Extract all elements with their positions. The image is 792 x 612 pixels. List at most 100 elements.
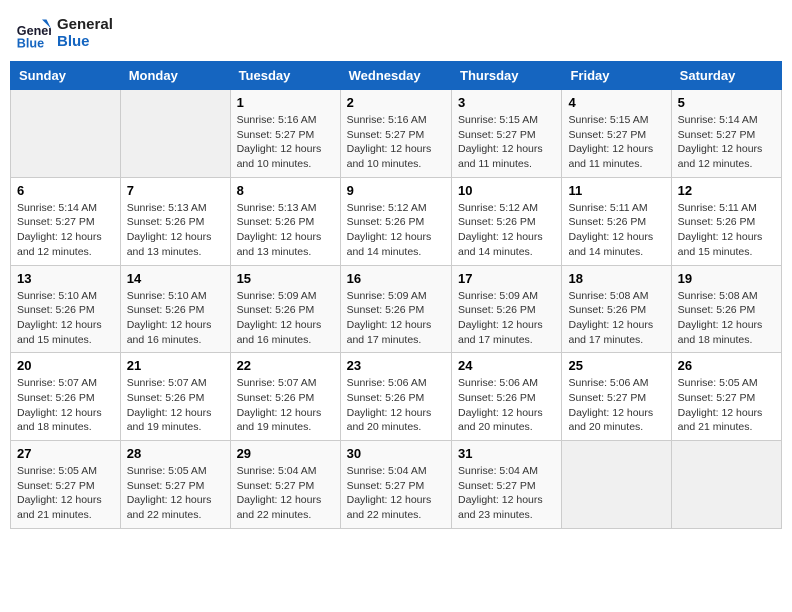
day-number: 16 xyxy=(347,271,445,286)
calendar-cell: 17 Sunrise: 5:09 AM Sunset: 5:26 PM Dayli… xyxy=(452,265,562,353)
day-number: 26 xyxy=(678,358,775,373)
day-info: Sunrise: 5:13 AM Sunset: 5:26 PM Dayligh… xyxy=(237,201,334,260)
day-info: Sunrise: 5:08 AM Sunset: 5:26 PM Dayligh… xyxy=(568,289,664,348)
day-number: 15 xyxy=(237,271,334,286)
calendar-week-row: 27 Sunrise: 5:05 AM Sunset: 5:27 PM Dayli… xyxy=(11,441,782,529)
day-info: Sunrise: 5:09 AM Sunset: 5:26 PM Dayligh… xyxy=(458,289,555,348)
logo-icon: General Blue xyxy=(15,15,51,51)
day-info: Sunrise: 5:10 AM Sunset: 5:26 PM Dayligh… xyxy=(17,289,114,348)
calendar-cell: 1 Sunrise: 5:16 AM Sunset: 5:27 PM Daylig… xyxy=(230,90,340,178)
calendar-cell: 30Sunrise: 5:04 AM Sunset: 5:27 PM Dayli… xyxy=(340,441,451,529)
logo-line1: General xyxy=(57,16,113,33)
calendar-cell: 29 Sunrise: 5:04 AM Sunset: 5:27 PM Dayli… xyxy=(230,441,340,529)
day-info: Sunrise: 5:05 AM Sunset: 5:27 PM Dayligh… xyxy=(127,464,224,523)
day-info: Sunrise: 5:04 AM Sunset: 5:27 PM Dayligh… xyxy=(458,464,555,523)
calendar-cell: 31 Sunrise: 5:04 AM Sunset: 5:27 PM Dayli… xyxy=(452,441,562,529)
day-number: 20 xyxy=(17,358,114,373)
day-info: Sunrise: 5:09 AM Sunset: 5:26 PM Dayligh… xyxy=(237,289,334,348)
day-info: Sunrise: 5:15 AM Sunset: 5:27 PM Dayligh… xyxy=(458,113,555,172)
day-info: Sunrise: 5:06 AM Sunset: 5:27 PM Dayligh… xyxy=(568,376,664,435)
calendar-cell: 28Sunrise: 5:05 AM Sunset: 5:27 PM Dayli… xyxy=(120,441,230,529)
day-number: 4 xyxy=(568,95,664,110)
day-info: Sunrise: 5:13 AM Sunset: 5:26 PM Dayligh… xyxy=(127,201,224,260)
day-number: 27 xyxy=(17,446,114,461)
day-info: Sunrise: 5:04 AM Sunset: 5:27 PM Dayligh… xyxy=(237,464,334,523)
day-number: 7 xyxy=(127,183,224,198)
calendar-week-row: 1 Sunrise: 5:16 AM Sunset: 5:27 PM Daylig… xyxy=(11,90,782,178)
calendar-cell: 10Sunrise: 5:12 AM Sunset: 5:26 PM Dayli… xyxy=(452,177,562,265)
calendar-cell: 25Sunrise: 5:06 AM Sunset: 5:27 PM Dayli… xyxy=(562,353,671,441)
day-info: Sunrise: 5:07 AM Sunset: 5:26 PM Dayligh… xyxy=(127,376,224,435)
day-info: Sunrise: 5:14 AM Sunset: 5:27 PM Dayligh… xyxy=(17,201,114,260)
day-info: Sunrise: 5:10 AM Sunset: 5:26 PM Dayligh… xyxy=(127,289,224,348)
day-info: Sunrise: 5:07 AM Sunset: 5:26 PM Dayligh… xyxy=(237,376,334,435)
weekday-header-cell: Tuesday xyxy=(230,62,340,90)
weekday-header-cell: Sunday xyxy=(11,62,121,90)
calendar-table: SundayMondayTuesdayWednesdayThursdayFrid… xyxy=(10,61,782,529)
day-info: Sunrise: 5:09 AM Sunset: 5:26 PM Dayligh… xyxy=(347,289,445,348)
calendar-cell: 18Sunrise: 5:08 AM Sunset: 5:26 PM Dayli… xyxy=(562,265,671,353)
day-info: Sunrise: 5:04 AM Sunset: 5:27 PM Dayligh… xyxy=(347,464,445,523)
calendar-cell: 11 Sunrise: 5:11 AM Sunset: 5:26 PM Dayli… xyxy=(562,177,671,265)
calendar-cell: 5 Sunrise: 5:14 AM Sunset: 5:27 PM Daylig… xyxy=(671,90,781,178)
day-number: 6 xyxy=(17,183,114,198)
day-info: Sunrise: 5:15 AM Sunset: 5:27 PM Dayligh… xyxy=(568,113,664,172)
calendar-cell: 7 Sunrise: 5:13 AM Sunset: 5:26 PM Daylig… xyxy=(120,177,230,265)
calendar-week-row: 20 Sunrise: 5:07 AM Sunset: 5:26 PM Dayli… xyxy=(11,353,782,441)
day-number: 22 xyxy=(237,358,334,373)
calendar-cell: 13 Sunrise: 5:10 AM Sunset: 5:26 PM Dayli… xyxy=(11,265,121,353)
calendar-cell: 2Sunrise: 5:16 AM Sunset: 5:27 PM Daylig… xyxy=(340,90,451,178)
calendar-cell: 22 Sunrise: 5:07 AM Sunset: 5:26 PM Dayli… xyxy=(230,353,340,441)
calendar-week-row: 6 Sunrise: 5:14 AM Sunset: 5:27 PM Daylig… xyxy=(11,177,782,265)
calendar-cell: 16 Sunrise: 5:09 AM Sunset: 5:26 PM Dayli… xyxy=(340,265,451,353)
calendar-cell xyxy=(120,90,230,178)
calendar-cell: 4 Sunrise: 5:15 AM Sunset: 5:27 PM Daylig… xyxy=(562,90,671,178)
day-number: 17 xyxy=(458,271,555,286)
day-number: 12 xyxy=(678,183,775,198)
logo: General Blue General Blue xyxy=(15,15,113,51)
day-number: 5 xyxy=(678,95,775,110)
day-info: Sunrise: 5:11 AM Sunset: 5:26 PM Dayligh… xyxy=(678,201,775,260)
calendar-body: 1 Sunrise: 5:16 AM Sunset: 5:27 PM Daylig… xyxy=(11,90,782,529)
calendar-cell: 26Sunrise: 5:05 AM Sunset: 5:27 PM Dayli… xyxy=(671,353,781,441)
day-number: 21 xyxy=(127,358,224,373)
day-info: Sunrise: 5:14 AM Sunset: 5:27 PM Dayligh… xyxy=(678,113,775,172)
calendar-cell: 9 Sunrise: 5:12 AM Sunset: 5:26 PM Daylig… xyxy=(340,177,451,265)
day-number: 31 xyxy=(458,446,555,461)
day-number: 2 xyxy=(347,95,445,110)
day-number: 9 xyxy=(347,183,445,198)
day-number: 14 xyxy=(127,271,224,286)
day-number: 13 xyxy=(17,271,114,286)
day-number: 3 xyxy=(458,95,555,110)
calendar-week-row: 13 Sunrise: 5:10 AM Sunset: 5:26 PM Dayli… xyxy=(11,265,782,353)
day-number: 8 xyxy=(237,183,334,198)
calendar-cell: 23Sunrise: 5:06 AM Sunset: 5:26 PM Dayli… xyxy=(340,353,451,441)
day-info: Sunrise: 5:12 AM Sunset: 5:26 PM Dayligh… xyxy=(458,201,555,260)
calendar-cell: 15 Sunrise: 5:09 AM Sunset: 5:26 PM Dayli… xyxy=(230,265,340,353)
calendar-cell xyxy=(671,441,781,529)
day-number: 24 xyxy=(458,358,555,373)
weekday-header-cell: Thursday xyxy=(452,62,562,90)
calendar-cell: 24 Sunrise: 5:06 AM Sunset: 5:26 PM Dayli… xyxy=(452,353,562,441)
svg-text:Blue: Blue xyxy=(17,36,44,50)
day-number: 23 xyxy=(347,358,445,373)
day-number: 29 xyxy=(237,446,334,461)
weekday-header-cell: Friday xyxy=(562,62,671,90)
calendar-cell: 14 Sunrise: 5:10 AM Sunset: 5:26 PM Dayli… xyxy=(120,265,230,353)
day-info: Sunrise: 5:06 AM Sunset: 5:26 PM Dayligh… xyxy=(458,376,555,435)
calendar-cell: 6 Sunrise: 5:14 AM Sunset: 5:27 PM Daylig… xyxy=(11,177,121,265)
weekday-header-row: SundayMondayTuesdayWednesdayThursdayFrid… xyxy=(11,62,782,90)
day-info: Sunrise: 5:11 AM Sunset: 5:26 PM Dayligh… xyxy=(568,201,664,260)
calendar-cell: 27 Sunrise: 5:05 AM Sunset: 5:27 PM Dayli… xyxy=(11,441,121,529)
day-number: 11 xyxy=(568,183,664,198)
weekday-header-cell: Wednesday xyxy=(340,62,451,90)
day-info: Sunrise: 5:16 AM Sunset: 5:27 PM Dayligh… xyxy=(237,113,334,172)
day-number: 1 xyxy=(237,95,334,110)
weekday-header-cell: Saturday xyxy=(671,62,781,90)
day-info: Sunrise: 5:12 AM Sunset: 5:26 PM Dayligh… xyxy=(347,201,445,260)
calendar-cell xyxy=(11,90,121,178)
day-info: Sunrise: 5:05 AM Sunset: 5:27 PM Dayligh… xyxy=(17,464,114,523)
logo-line2: Blue xyxy=(57,33,113,50)
calendar-cell: 21 Sunrise: 5:07 AM Sunset: 5:26 PM Dayli… xyxy=(120,353,230,441)
calendar-cell xyxy=(562,441,671,529)
